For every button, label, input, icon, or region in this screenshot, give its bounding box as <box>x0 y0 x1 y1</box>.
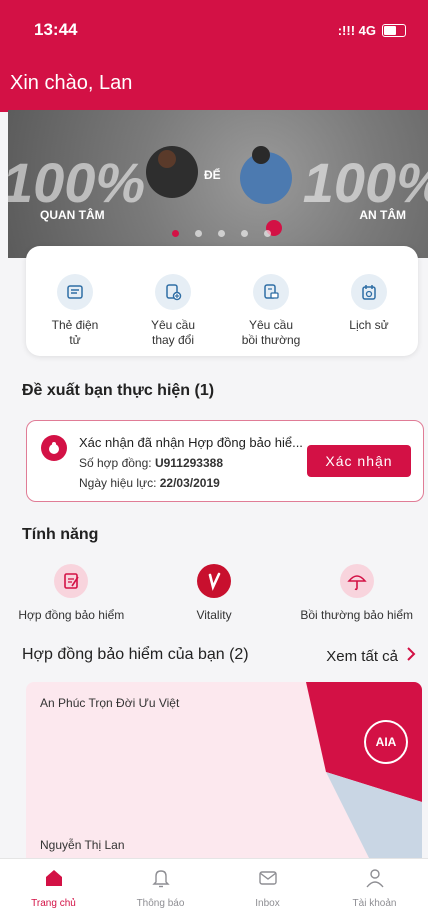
suggestions-title: Đề xuất bạn thực hiện (1) <box>22 382 215 399</box>
effective-date-label: Ngày hiệu lực: <box>79 476 160 490</box>
features-row: Hợp đồng bảo hiểm Vitality Bồi thường bả… <box>0 564 428 622</box>
banner-dot[interactable] <box>218 230 225 237</box>
app-header: 13:44 :!!! 4G Xin chào, Lan <box>0 0 428 112</box>
confirm-button[interactable]: Xác nhận <box>307 445 411 477</box>
feature-label: Hợp đồng bảo hiểm <box>18 608 125 622</box>
vitality-icon <box>197 564 231 598</box>
quick-action-claim-request[interactable]: Yêu cầu bồi thường <box>222 246 320 356</box>
alert-icon <box>41 435 67 461</box>
tab-home[interactable]: Trang chủ <box>0 859 107 924</box>
runner-man-head <box>252 146 270 164</box>
banner-dot[interactable] <box>264 230 271 237</box>
home-icon <box>45 870 62 886</box>
banner-big-left: 100% <box>8 151 146 214</box>
battery-icon <box>382 23 406 37</box>
effective-date-row: Ngày hiệu lực: 22/03/2019 <box>79 476 220 490</box>
banner-dot[interactable] <box>172 230 179 237</box>
contract-card[interactable]: An Phúc Trọn Đời Ưu Việt AIA Nguyễn Thị … <box>26 682 422 862</box>
signal-indicator: :!!! 4G <box>337 22 376 38</box>
see-all-label: Xem tất cả <box>326 647 398 665</box>
contracts-title: Hợp đồng bảo hiểm của bạn (2) <box>22 646 249 663</box>
chevron-right-icon <box>406 646 416 666</box>
tab-account[interactable]: Tài khoản <box>321 859 428 924</box>
greeting: Xin chào, Lan <box>10 72 133 94</box>
banner-pagination[interactable] <box>172 230 271 237</box>
tab-notifications[interactable]: Thông báo <box>107 859 214 924</box>
bell-icon <box>151 870 170 888</box>
contract-owner-name: Nguyễn Thị Lan <box>40 838 125 852</box>
banner-caption-middle: ĐỂ <box>204 168 221 182</box>
banner-dot[interactable] <box>241 230 248 237</box>
quick-action-label: Yêu cầu <box>150 318 196 332</box>
runner-woman-head <box>158 150 176 168</box>
see-all-link[interactable]: Xem tất cả <box>326 646 416 666</box>
quick-action-e-card[interactable]: Thẻ điện tử <box>26 246 124 356</box>
banner-big-right: 100% <box>302 151 428 214</box>
features-title: Tính năng <box>22 526 99 543</box>
quick-action-label: Lịch sử <box>349 318 389 332</box>
tab-label: Tài khoản <box>352 898 397 909</box>
tab-label: Thông báo <box>136 898 185 909</box>
document-add-icon <box>155 274 191 310</box>
suggestion-card[interactable]: Xác nhận đã nhận Hợp đồng bảo hiể... Số … <box>26 420 424 502</box>
quick-actions-card: Thẻ điện tử Yêu cầu thay đổi Yêu cầu bồi… <box>26 246 418 356</box>
contract-icon <box>54 564 89 598</box>
feature-label: Vitality <box>196 608 232 622</box>
mail-icon <box>258 871 277 885</box>
effective-date: 22/03/2019 <box>159 476 220 490</box>
quick-action-label: Yêu cầu <box>248 318 294 332</box>
banner-caption-right: AN TÂM <box>359 208 406 222</box>
quick-action-label: Thẻ điện <box>51 318 99 332</box>
suggestion-title: Xác nhận đã nhận Hợp đồng bảo hiể... <box>79 435 303 450</box>
umbrella-icon <box>339 564 374 598</box>
contract-product-name: An Phúc Trọn Đời Ưu Việt <box>40 696 180 710</box>
feature-contract[interactable]: Hợp đồng bảo hiểm <box>0 564 143 622</box>
tab-label: Inbox <box>255 898 280 909</box>
tab-inbox[interactable]: Inbox <box>214 859 321 924</box>
quick-action-label: bồi thường <box>241 333 301 347</box>
feature-label: Bồi thường bảo hiểm <box>300 608 413 622</box>
contract-number-row: Số hợp đồng: U911293388 <box>79 456 223 470</box>
contract-number: U911293388 <box>154 456 224 470</box>
contract-number-label: Số hợp đồng: <box>79 456 155 470</box>
claim-icon <box>253 274 289 310</box>
bottom-tab-bar: Trang chủ Thông báo Inbox Tài khoản <box>0 858 428 924</box>
quick-action-label: tử <box>69 333 81 347</box>
calendar-icon <box>351 274 387 310</box>
status-bar: 13:44 :!!! 4G <box>34 20 406 40</box>
aia-logo: AIA <box>364 720 408 764</box>
feature-vitality[interactable]: Vitality <box>143 564 286 622</box>
banner-caption-left: QUAN TÂM <box>40 208 105 222</box>
card-icon <box>57 274 93 310</box>
quick-action-history[interactable]: Lịch sử <box>320 246 418 356</box>
quick-action-change-request[interactable]: Yêu cầu thay đổi <box>124 246 222 356</box>
tab-label: Trang chủ <box>31 898 76 909</box>
feature-claim[interactable]: Bồi thường bảo hiểm <box>285 564 428 622</box>
status-time: 13:44 <box>34 20 78 39</box>
user-icon <box>365 869 384 888</box>
quick-action-label: thay đổi <box>151 333 195 347</box>
banner-dot[interactable] <box>195 230 202 237</box>
